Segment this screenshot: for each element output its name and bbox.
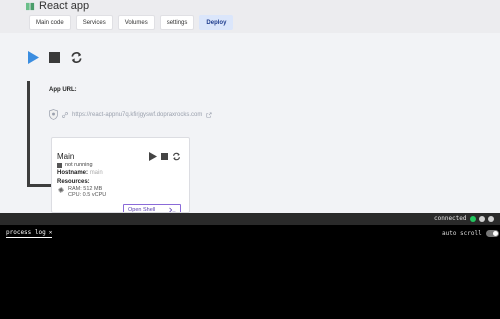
- tab-deploy[interactable]: Deploy: [199, 15, 234, 30]
- console-panel: process log ✕ auto scroll: [0, 225, 500, 319]
- app-title: React app: [26, 0, 89, 12]
- service-play-icon[interactable]: [149, 152, 157, 161]
- top-bar: React app Main code Services Volumes set…: [0, 0, 500, 33]
- hostname-label: Hostname:: [57, 170, 89, 176]
- tree-connector-horizontal: [27, 184, 51, 187]
- auto-scroll-toggle[interactable]: [485, 230, 499, 237]
- play-button[interactable]: [26, 51, 39, 64]
- tab-main-code[interactable]: Main code: [29, 15, 71, 30]
- connected-dot-icon: [469, 215, 476, 222]
- stop-button[interactable]: [48, 51, 61, 64]
- app-url-label: App URL:: [49, 87, 77, 93]
- resources-label: Resources:: [57, 179, 90, 185]
- console-minimize-icon[interactable]: [478, 215, 485, 222]
- link-icon: [62, 111, 68, 118]
- tab-settings[interactable]: settings: [159, 15, 195, 30]
- open-shell-button[interactable]: Open Shell: [123, 204, 181, 212]
- service-stop-icon[interactable]: [161, 153, 168, 160]
- service-refresh-icon[interactable]: [172, 152, 181, 161]
- console-status-bar: connected: [0, 213, 500, 225]
- auto-scroll-control: auto scroll: [442, 230, 499, 237]
- deploy-panel: App URL: https://react-appnu7q.kfirjgysw…: [0, 33, 500, 213]
- auto-scroll-label: auto scroll: [442, 230, 482, 237]
- deploy-controls: [26, 51, 83, 64]
- service-hostname: Hostname: main: [57, 170, 103, 176]
- service-controls: [149, 152, 181, 161]
- cpu-value: CPU: 0.5 vCPU: [68, 192, 107, 198]
- connection-status: connected: [434, 215, 494, 222]
- play-icon: [27, 51, 39, 64]
- tab-bar: Main code Services Volumes settings Depl…: [29, 15, 234, 30]
- app-logo-icon: [26, 2, 35, 10]
- resources-values: RAM: 512 MB CPU: 0.5 vCPU: [58, 186, 106, 198]
- service-status-text: not running: [65, 162, 93, 168]
- service-status: not running: [57, 162, 93, 168]
- shield-icon: [49, 109, 58, 120]
- process-log-tab[interactable]: process log ✕: [6, 229, 53, 238]
- tab-volumes[interactable]: Volumes: [117, 15, 155, 30]
- tree-connector-vertical: [27, 81, 30, 187]
- tab-services[interactable]: Services: [75, 15, 113, 30]
- gear-icon: [58, 187, 64, 193]
- process-log-label: process log: [6, 229, 46, 236]
- app-url-row: https://react-appnu7q.kfirjgyswf.dopraxr…: [49, 109, 212, 120]
- external-link-icon[interactable]: [206, 111, 212, 118]
- close-icon[interactable]: ✕: [49, 229, 53, 236]
- hostname-value: main: [89, 170, 103, 176]
- service-title: Main: [57, 152, 75, 161]
- connection-status-text: connected: [434, 215, 467, 222]
- restart-button[interactable]: [70, 51, 83, 64]
- app-title-text: React app: [39, 0, 90, 12]
- service-card-main: Main not running Hostname: main Resource…: [51, 137, 190, 213]
- refresh-icon: [71, 52, 82, 63]
- app-url-link[interactable]: https://react-appnu7q.kfirjgyswf.dopraxr…: [72, 112, 202, 118]
- console-expand-icon[interactable]: [487, 215, 494, 222]
- stop-icon: [49, 52, 60, 63]
- status-square-icon: [57, 162, 62, 168]
